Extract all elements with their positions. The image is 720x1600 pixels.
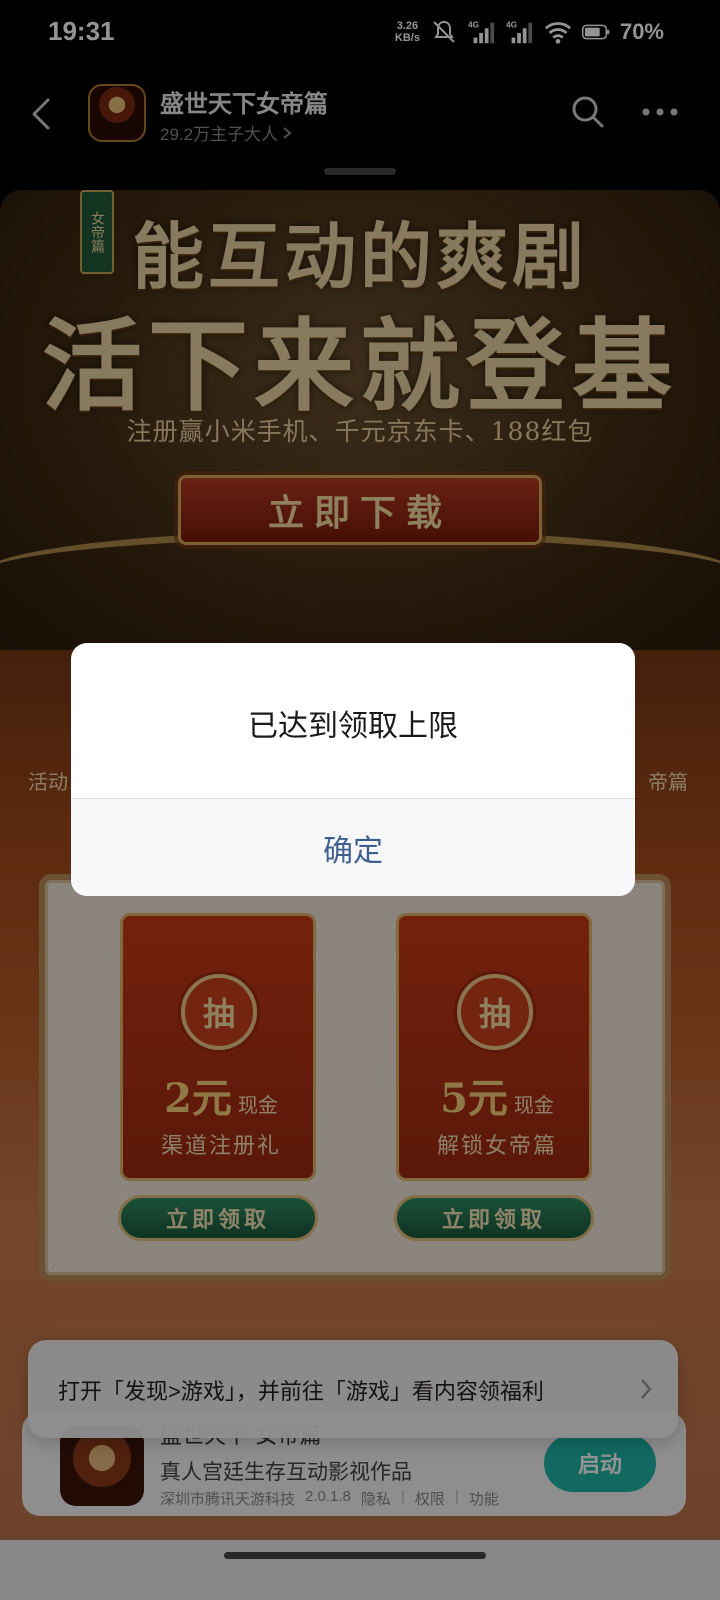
limit-dialog: 已达到领取上限 确定: [71, 643, 635, 896]
confirm-button[interactable]: 确定: [71, 799, 635, 896]
dialog-message: 已达到领取上限: [248, 710, 458, 743]
